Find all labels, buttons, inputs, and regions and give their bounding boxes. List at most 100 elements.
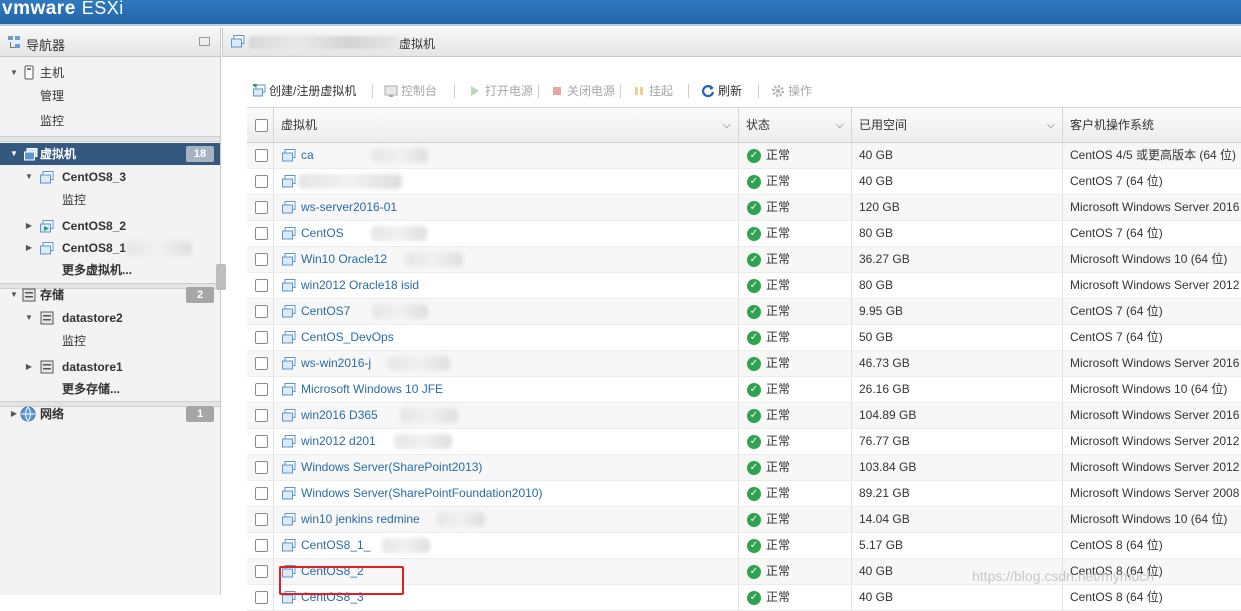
column-header-guest-os[interactable]: 客户机操作系统 bbox=[1070, 108, 1154, 142]
column-header-vm[interactable]: 虚拟机 bbox=[281, 108, 317, 142]
nav-item-host-monitor[interactable]: 监控 bbox=[0, 110, 220, 132]
table-row[interactable]: ca ✓ 正常 40 GB CentOS 4/5 或更高版本 (64 位) bbox=[247, 143, 1241, 169]
chevron-down-icon[interactable]: ▼ bbox=[9, 284, 19, 306]
row-checkbox[interactable] bbox=[255, 175, 268, 188]
table-row[interactable]: win2012 Oracle18 isid ✓ 正常 80 GB Microsoft W… bbox=[247, 273, 1241, 299]
status-ok-icon: ✓ bbox=[747, 383, 761, 397]
actions-button[interactable]: 操作 bbox=[771, 82, 812, 100]
vm-name-link[interactable]: Microsoft Windows 10 JFE bbox=[301, 377, 731, 402]
table-row[interactable]: Win10 Oracle12 ✓ 正常 36.27 GB Microsoft Windo… bbox=[247, 247, 1241, 273]
column-divider bbox=[273, 325, 274, 350]
table-row[interactable]: win10 jenkins redmine ✓ 正常 14.04 GB Microsof… bbox=[247, 507, 1241, 533]
chevron-right-icon[interactable]: ▶ bbox=[24, 356, 34, 378]
nav-item-vm-centos8-3[interactable]: ▼ CentOS8_3 bbox=[0, 166, 220, 188]
row-checkbox[interactable] bbox=[255, 383, 268, 396]
nav-item-vm-centos8-1[interactable]: ▶ CentOS8_1 bbox=[0, 237, 220, 259]
vm-name-link[interactable]: ws-win2016-j bbox=[301, 351, 731, 376]
table-row[interactable]: ws-server2016-01 ✓ 正常 120 GB Microsoft Windo… bbox=[247, 195, 1241, 221]
row-checkbox[interactable] bbox=[255, 513, 268, 526]
nav-item-more-storage[interactable]: 更多存储... bbox=[0, 378, 220, 400]
column-divider bbox=[273, 169, 274, 194]
chevron-down-icon[interactable]: ▼ bbox=[24, 166, 34, 188]
row-checkbox[interactable] bbox=[255, 565, 268, 578]
chevron-down-icon[interactable]: ⌵ bbox=[723, 120, 731, 131]
row-checkbox[interactable] bbox=[255, 487, 268, 500]
nav-item-host-manage[interactable]: 管理 bbox=[0, 85, 220, 107]
vm-name-link[interactable]: win2012 Oracle18 isid bbox=[301, 273, 731, 298]
refresh-button[interactable]: 刷新 bbox=[701, 82, 742, 100]
row-checkbox[interactable] bbox=[255, 279, 268, 292]
vm-name-link[interactable]: Windows Server(SharePointFoundation2010) bbox=[301, 481, 731, 506]
row-checkbox[interactable] bbox=[255, 357, 268, 370]
table-row[interactable]: ws-win2016-j ✓ 正常 46.73 GB Microsoft Windows… bbox=[247, 351, 1241, 377]
nav-item-storage[interactable]: ▼ 存储 2 bbox=[0, 284, 220, 306]
suspend-button[interactable]: 挂起 bbox=[632, 82, 673, 100]
vm-icon bbox=[282, 383, 296, 396]
chevron-right-icon[interactable]: ▶ bbox=[9, 403, 19, 425]
vm-name-link[interactable]: win10 jenkins redmine bbox=[301, 507, 731, 532]
row-checkbox[interactable] bbox=[255, 435, 268, 448]
vm-name-link[interactable]: Windows Server(SharePoint2013) bbox=[301, 455, 731, 480]
create-register-vm-button[interactable]: 创建/注册虚拟机 bbox=[252, 82, 356, 100]
vm-status: 正常 bbox=[766, 252, 791, 266]
row-checkbox[interactable] bbox=[255, 227, 268, 240]
vm-name-link[interactable]: win2012 d201 bbox=[301, 429, 731, 454]
vm-name-link[interactable]: ca bbox=[301, 143, 731, 168]
collapse-icon[interactable] bbox=[199, 37, 210, 46]
table-row[interactable]: win2016 D365 ✓ 正常 104.89 GB Microsoft Window… bbox=[247, 403, 1241, 429]
nav-item-vm-monitor[interactable]: 监控 bbox=[0, 189, 220, 211]
console-button[interactable]: 控制台 bbox=[384, 82, 437, 100]
row-checkbox[interactable] bbox=[255, 331, 268, 344]
nav-item-datastore2-monitor[interactable]: 监控 bbox=[0, 330, 220, 352]
nav-item-vm-centos8-2[interactable]: ▶ CentOS8_2 bbox=[0, 215, 220, 237]
chevron-down-icon[interactable]: ⌵ bbox=[836, 120, 844, 131]
power-off-button[interactable]: 关闭电源 bbox=[550, 82, 615, 100]
nav-item-network[interactable]: ▶ 网络 1 bbox=[0, 403, 220, 425]
chevron-down-icon[interactable]: ▼ bbox=[9, 143, 19, 165]
column-header-status[interactable]: 状态 bbox=[746, 108, 770, 142]
vm-name-link[interactable]: ws-server2016-01 bbox=[301, 195, 731, 220]
chevron-right-icon[interactable]: ▶ bbox=[24, 237, 34, 259]
row-checkbox[interactable] bbox=[255, 253, 268, 266]
vm-name-link[interactable]: CentOS7 bbox=[301, 299, 731, 324]
table-row[interactable]: CentOS8_1_ ✓ 正常 5.17 GB CentOS 8 (64 位) bbox=[247, 533, 1241, 559]
chevron-down-icon[interactable]: ▼ bbox=[24, 307, 34, 329]
vm-icon bbox=[282, 435, 296, 448]
nav-item-host[interactable]: ▼ 主机 bbox=[0, 62, 220, 84]
table-row[interactable]: CentOS_DevOps ✓ 正常 50 GB CentOS 7 (64 位) bbox=[247, 325, 1241, 351]
vm-name-link[interactable]: CentOS8_1_ bbox=[301, 533, 731, 558]
row-checkbox[interactable] bbox=[255, 305, 268, 318]
redacted-text bbox=[382, 538, 430, 553]
power-on-button[interactable]: 打开电源 bbox=[468, 82, 533, 100]
chevron-down-icon[interactable]: ▼ bbox=[9, 62, 19, 84]
vm-name-link[interactable]: win2016 D365 bbox=[301, 403, 731, 428]
table-row[interactable]: ✓ 正常 40 GB CentOS 7 (64 位) bbox=[247, 169, 1241, 195]
column-header-used-space[interactable]: 已用空间 bbox=[859, 108, 907, 142]
table-row[interactable]: CentOS7 ✓ 正常 9.95 GB CentOS 7 (64 位) bbox=[247, 299, 1241, 325]
nav-item-datastore2[interactable]: ▼ datastore2 bbox=[0, 307, 220, 329]
nav-item-more-vms[interactable]: 更多虚拟机... bbox=[0, 259, 220, 281]
nav-item-datastore1[interactable]: ▶ datastore1 bbox=[0, 356, 220, 378]
row-checkbox[interactable] bbox=[255, 461, 268, 474]
nav-item-vms[interactable]: ▼ 虚拟机 18 bbox=[0, 143, 220, 165]
row-checkbox[interactable] bbox=[255, 591, 268, 604]
table-row[interactable]: Windows Server(SharePoint2013) ✓ 正常 103.84 … bbox=[247, 455, 1241, 481]
column-divider bbox=[738, 299, 739, 324]
select-all-checkbox[interactable] bbox=[255, 119, 268, 132]
row-checkbox[interactable] bbox=[255, 201, 268, 214]
chevron-down-icon[interactable]: ⌵ bbox=[1047, 120, 1055, 131]
row-checkbox[interactable] bbox=[255, 149, 268, 162]
row-checkbox[interactable] bbox=[255, 539, 268, 552]
vm-name-link[interactable]: CentOS bbox=[301, 221, 731, 246]
vm-name-link[interactable]: CentOS_DevOps bbox=[301, 325, 731, 350]
column-divider bbox=[738, 455, 739, 480]
chevron-right-icon[interactable]: ▶ bbox=[24, 215, 34, 237]
nav-datastore-monitor-label: 监控 bbox=[62, 334, 87, 348]
table-row[interactable]: win2012 d201 ✓ 正常 76.77 GB Microsoft Windows… bbox=[247, 429, 1241, 455]
vm-name-link[interactable]: Win10 Oracle12 bbox=[301, 247, 731, 272]
table-row[interactable]: CentOS ✓ 正常 80 GB CentOS 7 (64 位) bbox=[247, 221, 1241, 247]
table-row[interactable]: Microsoft Windows 10 JFE ✓ 正常 26.16 GB Micro… bbox=[247, 377, 1241, 403]
table-row[interactable]: Windows Server(SharePointFoundation2010)… bbox=[247, 481, 1241, 507]
row-checkbox[interactable] bbox=[255, 409, 268, 422]
column-divider bbox=[273, 559, 274, 584]
